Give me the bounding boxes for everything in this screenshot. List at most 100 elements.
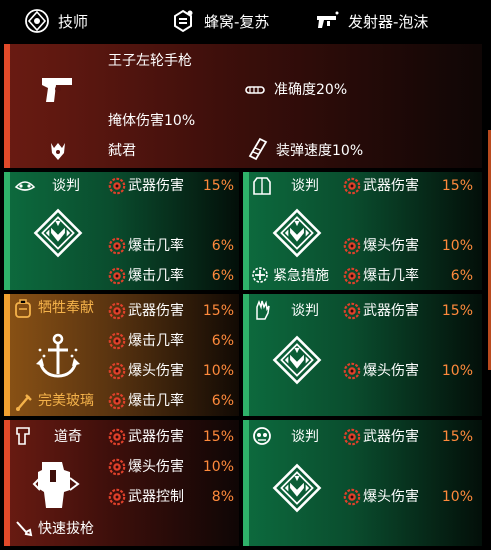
- skill-slot-1[interactable]: 蜂窝-复苏: [170, 8, 269, 34]
- crit-stat-icon: [343, 177, 361, 195]
- stat-label: 武器控制: [128, 489, 184, 505]
- stat-label: 武器伤害: [128, 429, 184, 445]
- brand-emblem-icon: [271, 207, 323, 259]
- stat-label: 武器伤害: [363, 178, 419, 194]
- stat-label: 爆击几率: [128, 393, 184, 409]
- emergency-talent-icon: [252, 267, 268, 283]
- quick-draw-talent-icon: [16, 521, 33, 537]
- skill-1-name: 蜂窝-复苏: [204, 12, 270, 31]
- stat-label: 爆击几率: [128, 333, 184, 349]
- crit-stat-icon: [343, 362, 361, 380]
- stat-value: 10%: [441, 489, 473, 505]
- stat-label: 爆头伤害: [128, 459, 184, 475]
- crit-stat-icon: [108, 362, 126, 380]
- stat-label: 爆头伤害: [363, 238, 419, 254]
- stat-value: 15%: [202, 303, 234, 319]
- weapon-rarity-bar: [4, 44, 10, 168]
- crit-stat-icon: [343, 428, 361, 446]
- gear-rarity-bar: [243, 172, 249, 290]
- crit-stat-icon: [108, 458, 126, 476]
- stat-label: 爆头伤害: [128, 363, 184, 379]
- backpack-slot-icon: [15, 299, 31, 318]
- stat-label: 爆击几率: [128, 238, 184, 254]
- stat-value: 10%: [441, 238, 473, 254]
- loadout-header: 技师 蜂窝-复苏 发射器-泡沫: [0, 0, 491, 42]
- gear-brand-name: 谈判: [52, 178, 80, 194]
- kneepads-slot-icon: [253, 427, 271, 445]
- gear-talent-name: 完美玻璃: [38, 393, 94, 409]
- holster-slot-icon: [16, 427, 30, 445]
- chest-slot-icon: [253, 177, 271, 195]
- weapon-attr-accuracy: 准确度20%: [274, 82, 348, 98]
- stat-value: 6%: [211, 333, 234, 349]
- gear-exotic-name: 牺牲奉献: [38, 300, 94, 316]
- stat-value: 15%: [202, 178, 234, 194]
- gear-card-mask[interactable]: 谈判 武器伤害 15% 爆击几率 6% 爆击几率 6%: [4, 172, 239, 290]
- weapon-attr-cover-damage: 掩体伤害10%: [108, 113, 196, 129]
- gear-talent-name: 紧急措施: [273, 268, 329, 284]
- stat-label: 爆头伤害: [363, 489, 419, 505]
- crit-stat-icon: [343, 302, 361, 320]
- crit-stat-icon: [343, 267, 361, 285]
- specialization-slot[interactable]: 技师: [24, 8, 88, 34]
- gear-rarity-bar: [4, 294, 10, 416]
- regicide-talent-icon: [51, 143, 65, 160]
- stat-value: 6%: [211, 238, 234, 254]
- gear-card-holster[interactable]: 道奇 武器伤害 15% 爆头伤害 10% 武器控制 8% 快速拔枪: [4, 420, 239, 546]
- weapon-talent-name: 弑君: [108, 143, 136, 159]
- stat-value: 15%: [202, 429, 234, 445]
- brand-emblem-icon: [271, 334, 323, 386]
- magazine-mod-icon: [248, 137, 268, 161]
- stat-label: 爆头伤害: [363, 363, 419, 379]
- skill-2-name: 发射器-泡沫: [348, 12, 429, 31]
- crit-stat-icon: [108, 488, 126, 506]
- gear-rarity-bar: [243, 420, 249, 546]
- gear-brand-name: 谈判: [291, 429, 319, 445]
- stat-value: 10%: [202, 363, 234, 379]
- mask-slot-icon: [14, 181, 36, 191]
- revolver-icon: [42, 78, 72, 102]
- stat-value: 8%: [211, 489, 234, 505]
- gear-card-backpack[interactable]: 牺牲奉献 武器伤害 15% 爆击几率 6% 爆头伤害 10% 完美玻璃 爆击几率…: [4, 294, 239, 416]
- brand-emblem-icon: [271, 462, 323, 514]
- technician-emblem-icon: [25, 9, 49, 33]
- launcher-skill-icon: [317, 11, 339, 28]
- stat-value: 6%: [211, 268, 234, 284]
- gear-brand-name: 谈判: [291, 303, 319, 319]
- gear-rarity-bar: [4, 420, 10, 546]
- crit-stat-icon: [343, 237, 361, 255]
- crit-stat-icon: [108, 302, 126, 320]
- specialization-name: 技师: [58, 12, 89, 31]
- anchor-exotic-icon: [36, 333, 80, 378]
- hive-skill-icon: [174, 9, 193, 33]
- skill-slot-2[interactable]: 发射器-泡沫: [314, 8, 428, 34]
- stat-value: 6%: [450, 268, 473, 284]
- stat-label: 爆击几率: [128, 268, 184, 284]
- stat-value: 15%: [441, 429, 473, 445]
- holster-item-icon: [32, 462, 80, 508]
- gear-card-gloves[interactable]: 谈判 武器伤害 15% 爆头伤害 10%: [243, 294, 482, 416]
- stat-value: 10%: [202, 459, 234, 475]
- stat-value: 15%: [441, 178, 473, 194]
- gear-rarity-bar: [4, 172, 10, 290]
- glass-cannon-talent-icon: [16, 394, 32, 411]
- gear-card-kneepads[interactable]: 谈判 武器伤害 15% 爆头伤害 10%: [243, 420, 482, 546]
- stat-label: 武器伤害: [363, 429, 419, 445]
- weapon-attr-reload-speed: 装弹速度10%: [276, 143, 364, 159]
- gear-rarity-bar: [243, 294, 249, 416]
- stat-value: 15%: [441, 303, 473, 319]
- brand-emblem-icon: [32, 207, 84, 259]
- weapon-card[interactable]: 王子左轮手枪 掩体伤害10% 准确度20% 弑君 装弹速度10%: [4, 44, 482, 168]
- crit-stat-icon: [108, 428, 126, 446]
- stat-label: 武器伤害: [128, 303, 184, 319]
- accuracy-mod-icon: [245, 86, 265, 94]
- gear-brand-name: 谈判: [291, 178, 319, 194]
- crit-stat-icon: [108, 267, 126, 285]
- gear-talent-name: 快速拔枪: [38, 521, 94, 537]
- gear-card-chest[interactable]: 谈判 武器伤害 15% 爆头伤害 10% 紧急措施 爆击几率 6%: [243, 172, 482, 290]
- gear-brand-name: 道奇: [54, 429, 82, 445]
- crit-stat-icon: [108, 392, 126, 410]
- gloves-slot-icon: [256, 299, 270, 320]
- crit-stat-icon: [343, 488, 361, 506]
- weapon-name: 王子左轮手枪: [108, 53, 192, 69]
